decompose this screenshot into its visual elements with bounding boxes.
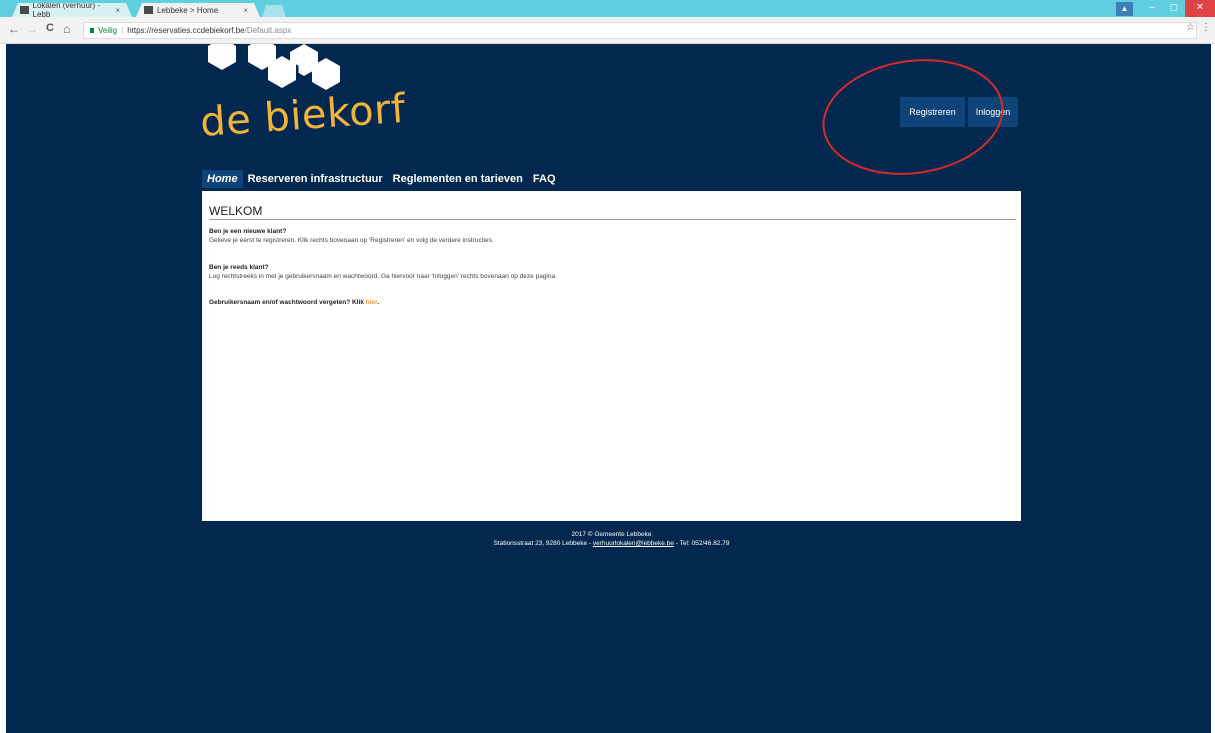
- separator: |: [121, 26, 124, 35]
- existing-customer-block: Ben je reeds klant? Log rechtstreeks in …: [209, 263, 557, 281]
- forgot-credentials-block: Gebruikersnaam en/of wachtwoord vergeten…: [209, 298, 379, 307]
- home-icon[interactable]: ⌂: [63, 22, 70, 36]
- browser-tab-active[interactable]: Lebbeke > Home ×: [136, 3, 260, 17]
- footer-phone: - Tel: 052/46.82.79: [673, 540, 730, 547]
- reload-icon[interactable]: C: [46, 22, 54, 34]
- footer-address: Stationsstraat 23, 9280 Lebbeke -: [493, 540, 593, 547]
- web-page: de biekorf Registreren Inloggen Home Res…: [6, 44, 1211, 733]
- nav-item-home[interactable]: Home: [202, 170, 243, 188]
- forward-icon[interactable]: →: [26, 22, 38, 36]
- maximize-button[interactable]: ◻: [1163, 0, 1185, 17]
- tab-title: Lebbeke > Home: [157, 5, 219, 15]
- main-nav: Home Reserveren infrastructuur Reglement…: [202, 170, 561, 188]
- address-bar[interactable]: Veilig | https://reservaties.ccdebiekorf…: [83, 22, 1197, 39]
- footer: 2017 © Gemeente Lebbeke Stationsstraat 2…: [202, 530, 1021, 548]
- browser-tab[interactable]: Lokalen (verhuur) - Lebb ×: [12, 3, 132, 17]
- nav-item-reserveren[interactable]: Reserveren infrastructuur: [243, 170, 388, 188]
- new-tab-button[interactable]: [262, 5, 286, 17]
- window-controls: ▲ – ◻ ✕: [1116, 0, 1215, 17]
- minimize-button[interactable]: –: [1141, 0, 1163, 17]
- nav-item-reglementen[interactable]: Reglementen en tarieven: [388, 170, 528, 188]
- forgot-end: .: [377, 299, 380, 306]
- browser-menu-icon[interactable]: ⋮: [1201, 22, 1211, 33]
- new-customer-heading: Ben je een nieuwe klant?: [209, 228, 287, 235]
- forgot-text: Gebruikersnaam en/of wachtwoord vergeten…: [209, 299, 366, 306]
- back-icon[interactable]: ←: [8, 22, 20, 36]
- browser-toolbar: ← → C ⌂ Veilig | https://reservaties.ccd…: [0, 17, 1215, 44]
- browser-tab-strip: Lokalen (verhuur) - Lebb × Lebbeke > Hom…: [0, 0, 1215, 17]
- lock-icon: [90, 28, 94, 33]
- page-title: WELKOM: [209, 204, 1016, 220]
- new-customer-block: Ben je een nieuwe klant? Gelieve je eers…: [209, 227, 494, 245]
- existing-customer-text: Log rechtstreeks in met je gebruikersnaa…: [209, 273, 557, 280]
- footer-contact: Stationsstraat 23, 9280 Lebbeke - verhuu…: [202, 539, 1021, 548]
- profile-icon[interactable]: ▲: [1116, 2, 1133, 16]
- url-host: https://reservaties.ccdebiekorf.be: [127, 26, 245, 35]
- nav-item-faq[interactable]: FAQ: [528, 170, 561, 188]
- forgot-link[interactable]: hier: [366, 299, 378, 306]
- favicon-icon: [144, 6, 153, 14]
- footer-copyright: 2017 © Gemeente Lebbeke: [571, 531, 652, 538]
- footer-email-link[interactable]: verhuurlokalen@lebbeke.be: [593, 540, 674, 547]
- security-label: Veilig: [98, 26, 118, 35]
- content-panel: WELKOM Ben je een nieuwe klant? Gelieve …: [202, 191, 1021, 521]
- favicon-icon: [20, 6, 29, 14]
- bookmark-star-icon[interactable]: ☆: [1186, 22, 1195, 33]
- url-path: /Default.aspx: [244, 26, 292, 35]
- highlight-circle-annotation: [814, 47, 1012, 187]
- close-window-button[interactable]: ✕: [1185, 0, 1215, 17]
- tab-close-icon[interactable]: ×: [243, 6, 248, 15]
- existing-customer-heading: Ben je reeds klant?: [209, 264, 269, 271]
- new-customer-text: Gelieve je eerst te registreren. Klik re…: [209, 237, 494, 244]
- tab-close-icon[interactable]: ×: [115, 6, 120, 15]
